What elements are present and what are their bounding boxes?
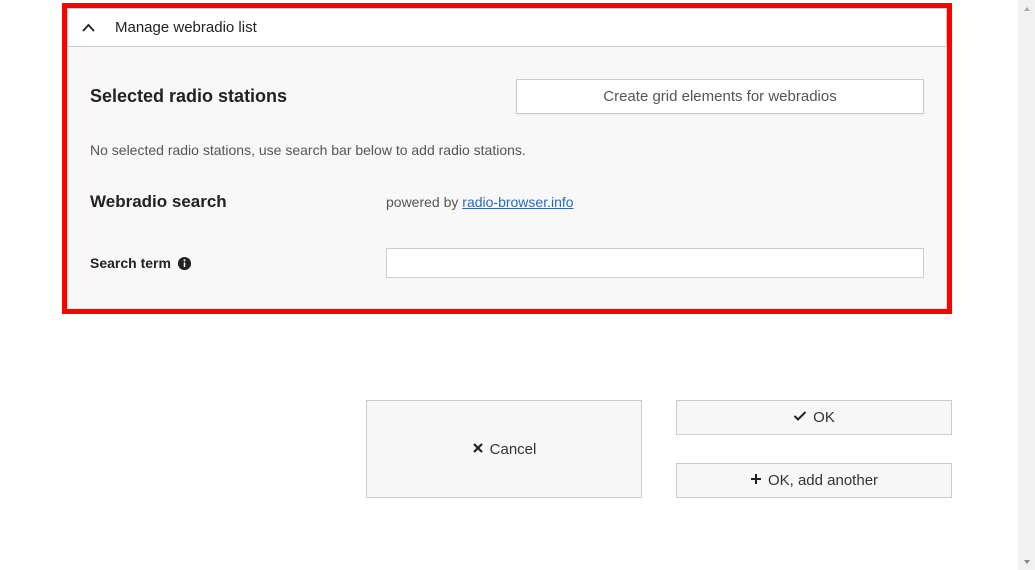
cancel-button-label: Cancel	[490, 441, 537, 458]
powered-by-text: powered by radio-browser.info	[386, 194, 574, 210]
ok-button[interactable]: OK	[676, 400, 952, 435]
ok-add-another-button[interactable]: OK, add another	[676, 463, 952, 498]
selected-stations-heading: Selected radio stations	[90, 86, 287, 107]
no-stations-message: No selected radio stations, use search b…	[90, 142, 924, 158]
create-grid-elements-button[interactable]: Create grid elements for webradios	[516, 79, 924, 114]
chevron-up-icon	[82, 23, 95, 33]
webradio-panel: Manage webradio list Selected radio stat…	[62, 3, 952, 314]
search-term-label-text: Search term	[90, 255, 171, 271]
webradio-search-heading: Webradio search	[90, 192, 386, 212]
dialog-buttons: Cancel OK OK, add another	[62, 400, 952, 498]
accordion-body: Selected radio stations Create grid elem…	[67, 47, 947, 309]
ok-add-another-button-label: OK, add another	[768, 472, 878, 489]
accordion-title: Manage webradio list	[115, 19, 257, 36]
vertical-scrollbar[interactable]	[1018, 0, 1035, 570]
plus-icon	[750, 472, 762, 489]
search-term-label: Search term	[90, 255, 386, 271]
scrollbar-arrow-up-icon[interactable]	[1018, 0, 1035, 17]
powered-by-prefix: powered by	[386, 194, 462, 210]
accordion-header[interactable]: Manage webradio list	[67, 8, 947, 47]
info-icon[interactable]	[177, 256, 192, 271]
check-icon	[793, 409, 807, 426]
scrollbar-track[interactable]	[1018, 17, 1035, 553]
scrollbar-arrow-down-icon[interactable]	[1018, 553, 1035, 570]
radio-browser-link[interactable]: radio-browser.info	[462, 194, 573, 210]
cancel-button[interactable]: Cancel	[366, 400, 642, 498]
search-input[interactable]	[386, 248, 924, 278]
ok-button-label: OK	[813, 409, 835, 426]
close-icon	[472, 441, 484, 458]
